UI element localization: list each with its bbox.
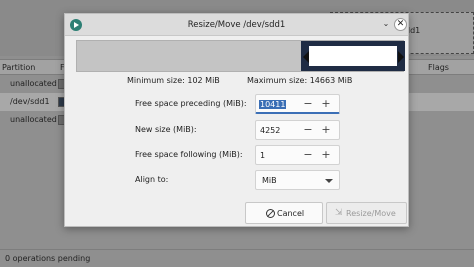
dialog-titlebar[interactable]: Resize/Move /dev/sdd1 ⌄ ✕: [65, 14, 408, 36]
resize-handle-left[interactable]: [303, 51, 309, 63]
partition-graphic[interactable]: [76, 40, 405, 72]
cancel-button[interactable]: Cancel: [245, 202, 323, 224]
new-size-value[interactable]: 4252: [260, 126, 280, 135]
align-to-select[interactable]: MiB: [255, 170, 340, 190]
plus-icon[interactable]: +: [320, 97, 332, 111]
align-to-label: Align to:: [135, 175, 169, 184]
new-size-label: New size (MiB):: [135, 125, 197, 134]
close-icon[interactable]: ✕: [394, 18, 407, 31]
align-to-value: MiB: [262, 176, 277, 185]
status-text: 0 operations pending: [5, 254, 91, 263]
free-space-preceding-value[interactable]: 10411: [259, 100, 287, 109]
column-partition[interactable]: Partition: [2, 63, 35, 72]
free-space-following-label: Free space following (MiB):: [135, 150, 243, 159]
minus-icon[interactable]: −: [302, 123, 314, 137]
status-bar: 0 operations pending: [0, 249, 474, 267]
free-space-preceding-input[interactable]: 10411 − +: [255, 94, 340, 114]
new-size-input[interactable]: 4252 − +: [255, 120, 340, 140]
free-space-preceding-label: Free space preceding (MiB):: [135, 99, 247, 108]
cancel-button-label: Cancel: [277, 209, 305, 218]
row-partition: /dev/sdd1: [10, 97, 50, 106]
resize-move-button[interactable]: ⇲ Resize/Move: [326, 202, 407, 224]
minus-icon[interactable]: −: [302, 97, 314, 111]
minimum-size-label: Minimum size: 102 MiB: [127, 76, 220, 85]
free-space-following-input[interactable]: 1 − +: [255, 145, 340, 165]
chevron-down-icon[interactable]: ⌄: [381, 19, 391, 29]
resize-move-dialog: Resize/Move /dev/sdd1 ⌄ ✕ Minimum size: …: [64, 13, 409, 227]
chevron-down-icon: [325, 179, 333, 183]
row-partition: unallocated: [10, 115, 57, 124]
resize-move-button-label: Resize/Move: [346, 209, 396, 218]
free-space-following-value[interactable]: 1: [260, 151, 265, 160]
resize-handle-right[interactable]: [398, 51, 404, 63]
plus-icon[interactable]: +: [320, 123, 332, 137]
resize-icon: ⇲: [335, 208, 343, 218]
minus-icon[interactable]: −: [302, 148, 314, 162]
row-partition: unallocated: [10, 79, 57, 88]
plus-icon[interactable]: +: [320, 148, 332, 162]
cancel-icon: [266, 209, 275, 218]
column-flags[interactable]: Flags: [428, 63, 449, 72]
maximum-size-label: Maximum size: 14663 MiB: [247, 76, 353, 85]
dialog-title: Resize/Move /dev/sdd1: [187, 20, 286, 30]
partition-inner: [309, 46, 397, 66]
